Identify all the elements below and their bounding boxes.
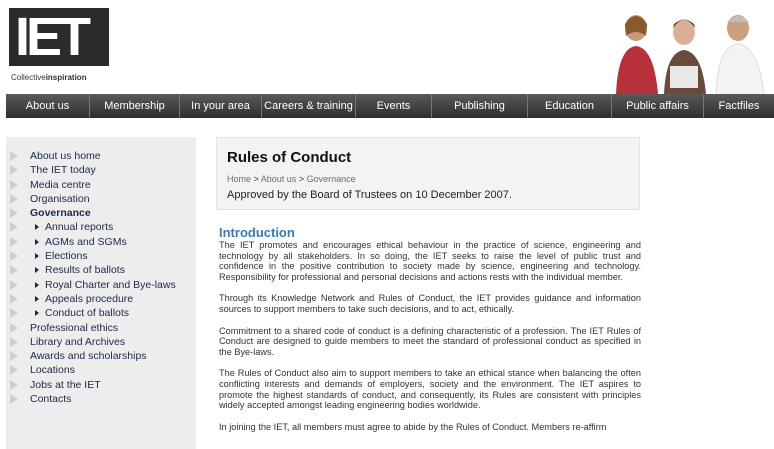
nav-about-us[interactable]: About us	[6, 94, 90, 118]
sidebar-marker-icon	[10, 308, 18, 319]
nav-in-your-area[interactable]: In your area	[180, 94, 262, 118]
breadcrumb-about-link[interactable]: About us	[261, 174, 297, 184]
nav-events[interactable]: Events	[356, 94, 432, 118]
paragraph: Through its Knowledge Network and Rules …	[219, 293, 641, 314]
logo-mark: IET	[9, 8, 109, 66]
sidebar-item-iet-today[interactable]: The IET today	[6, 163, 196, 177]
paragraph: Commitment to a shared code of conduct i…	[219, 325, 641, 357]
people-illustration	[616, 15, 765, 95]
sidebar-marker-icon	[10, 208, 18, 219]
paragraph: In joining the IET, all members must agr…	[219, 421, 607, 432]
sidebar-marker-icon	[10, 165, 18, 176]
sidebar-item-about-us-home[interactable]: About us home	[6, 149, 196, 163]
nav-education[interactable]: Education	[528, 94, 612, 118]
breadcrumb: Home > About us > Governance	[227, 174, 356, 184]
sidebar-marker-icon	[10, 279, 18, 290]
sidebar-subitem-appeals-procedure[interactable]: Appeals procedure	[6, 292, 196, 306]
sidebar-marker-icon	[10, 265, 18, 276]
breadcrumb-home-link[interactable]: Home	[227, 174, 251, 184]
section-heading-introduction: Introduction	[219, 225, 295, 240]
sidebar-item-governance[interactable]: Governance	[6, 206, 196, 220]
sidebar-item-contacts[interactable]: Contacts	[6, 392, 196, 406]
header-people-photo	[608, 6, 774, 95]
arrow-right-icon	[35, 224, 39, 231]
page-header-box: Rules of Conduct Home > About us > Gover…	[216, 137, 640, 210]
sidebar-marker-icon	[10, 179, 18, 190]
sidebar-subitem-annual-reports[interactable]: Annual reports	[6, 220, 196, 234]
sidebar-marker-icon	[10, 379, 18, 390]
logo-letters: IET	[15, 7, 91, 67]
sidebar-marker-icon	[10, 394, 18, 405]
sidebar-item-awards-scholarships[interactable]: Awards and scholarships	[6, 349, 196, 363]
nav-membership[interactable]: Membership	[90, 94, 180, 118]
arrow-right-icon	[35, 253, 39, 260]
paragraph: The IET promotes and encourages ethical …	[219, 240, 641, 282]
sidebar-marker-icon	[10, 365, 18, 376]
breadcrumb-separator: >	[251, 174, 261, 184]
left-sidebar: About us home The IET today Media centre…	[6, 137, 196, 449]
sidebar-marker-icon	[10, 222, 18, 233]
sidebar-subitem-conduct-of-ballots[interactable]: Conduct of ballots	[6, 306, 196, 320]
arrow-right-icon	[35, 238, 39, 245]
sidebar-marker-icon	[10, 293, 18, 304]
page-title: Rules of Conduct	[227, 149, 352, 166]
sidebar-marker-icon	[10, 193, 18, 204]
nav-publishing[interactable]: Publishing	[432, 94, 528, 118]
breadcrumb-governance-link[interactable]: Governance	[307, 174, 356, 184]
arrow-right-icon	[35, 267, 39, 274]
sidebar-subitem-results-of-ballots[interactable]: Results of ballots	[6, 263, 196, 277]
nav-careers-training[interactable]: Careers & training	[262, 94, 356, 118]
main-nav: About us Membership In your area Careers…	[6, 94, 774, 118]
logo-tagline: Collectiveinspiration	[11, 73, 87, 82]
sidebar-subitem-royal-charter[interactable]: Royal Charter and Bye-laws	[6, 278, 196, 292]
sidebar-item-professional-ethics[interactable]: Professional ethics	[6, 321, 196, 335]
sidebar-item-media-centre[interactable]: Media centre	[6, 178, 196, 192]
sidebar-marker-icon	[10, 351, 18, 362]
sidebar-item-organisation[interactable]: Organisation	[6, 192, 196, 206]
approval-note: Approved by the Board of Trustees on 10 …	[227, 189, 512, 201]
iet-logo[interactable]: IET Collectiveinspiration	[9, 8, 117, 86]
sidebar-subitem-agms-sgms[interactable]: AGMs and SGMs	[6, 235, 196, 249]
main-content: Introduction The IET promotes and encour…	[219, 225, 641, 443]
sidebar-item-locations[interactable]: Locations	[6, 363, 196, 377]
paragraph: The Rules of Conduct also aim to support…	[219, 368, 641, 411]
sidebar-subitem-elections[interactable]: Elections	[6, 249, 196, 263]
sidebar-marker-icon	[10, 322, 18, 333]
arrow-right-icon	[35, 295, 39, 302]
sidebar-marker-icon	[10, 336, 18, 347]
breadcrumb-separator: >	[296, 174, 307, 184]
nav-factfiles[interactable]: Factfiles	[704, 94, 774, 118]
site-header: IET Collectiveinspiration	[0, 0, 774, 95]
nav-public-affairs[interactable]: Public affairs	[612, 94, 704, 118]
sidebar-item-jobs[interactable]: Jobs at the IET	[6, 378, 196, 392]
arrow-right-icon	[35, 281, 39, 288]
sidebar-marker-icon	[10, 236, 18, 247]
sidebar-item-library-archives[interactable]: Library and Archives	[6, 335, 196, 349]
sidebar-marker-icon	[10, 251, 18, 262]
arrow-right-icon	[35, 310, 39, 317]
sidebar-marker-icon	[10, 151, 18, 161]
